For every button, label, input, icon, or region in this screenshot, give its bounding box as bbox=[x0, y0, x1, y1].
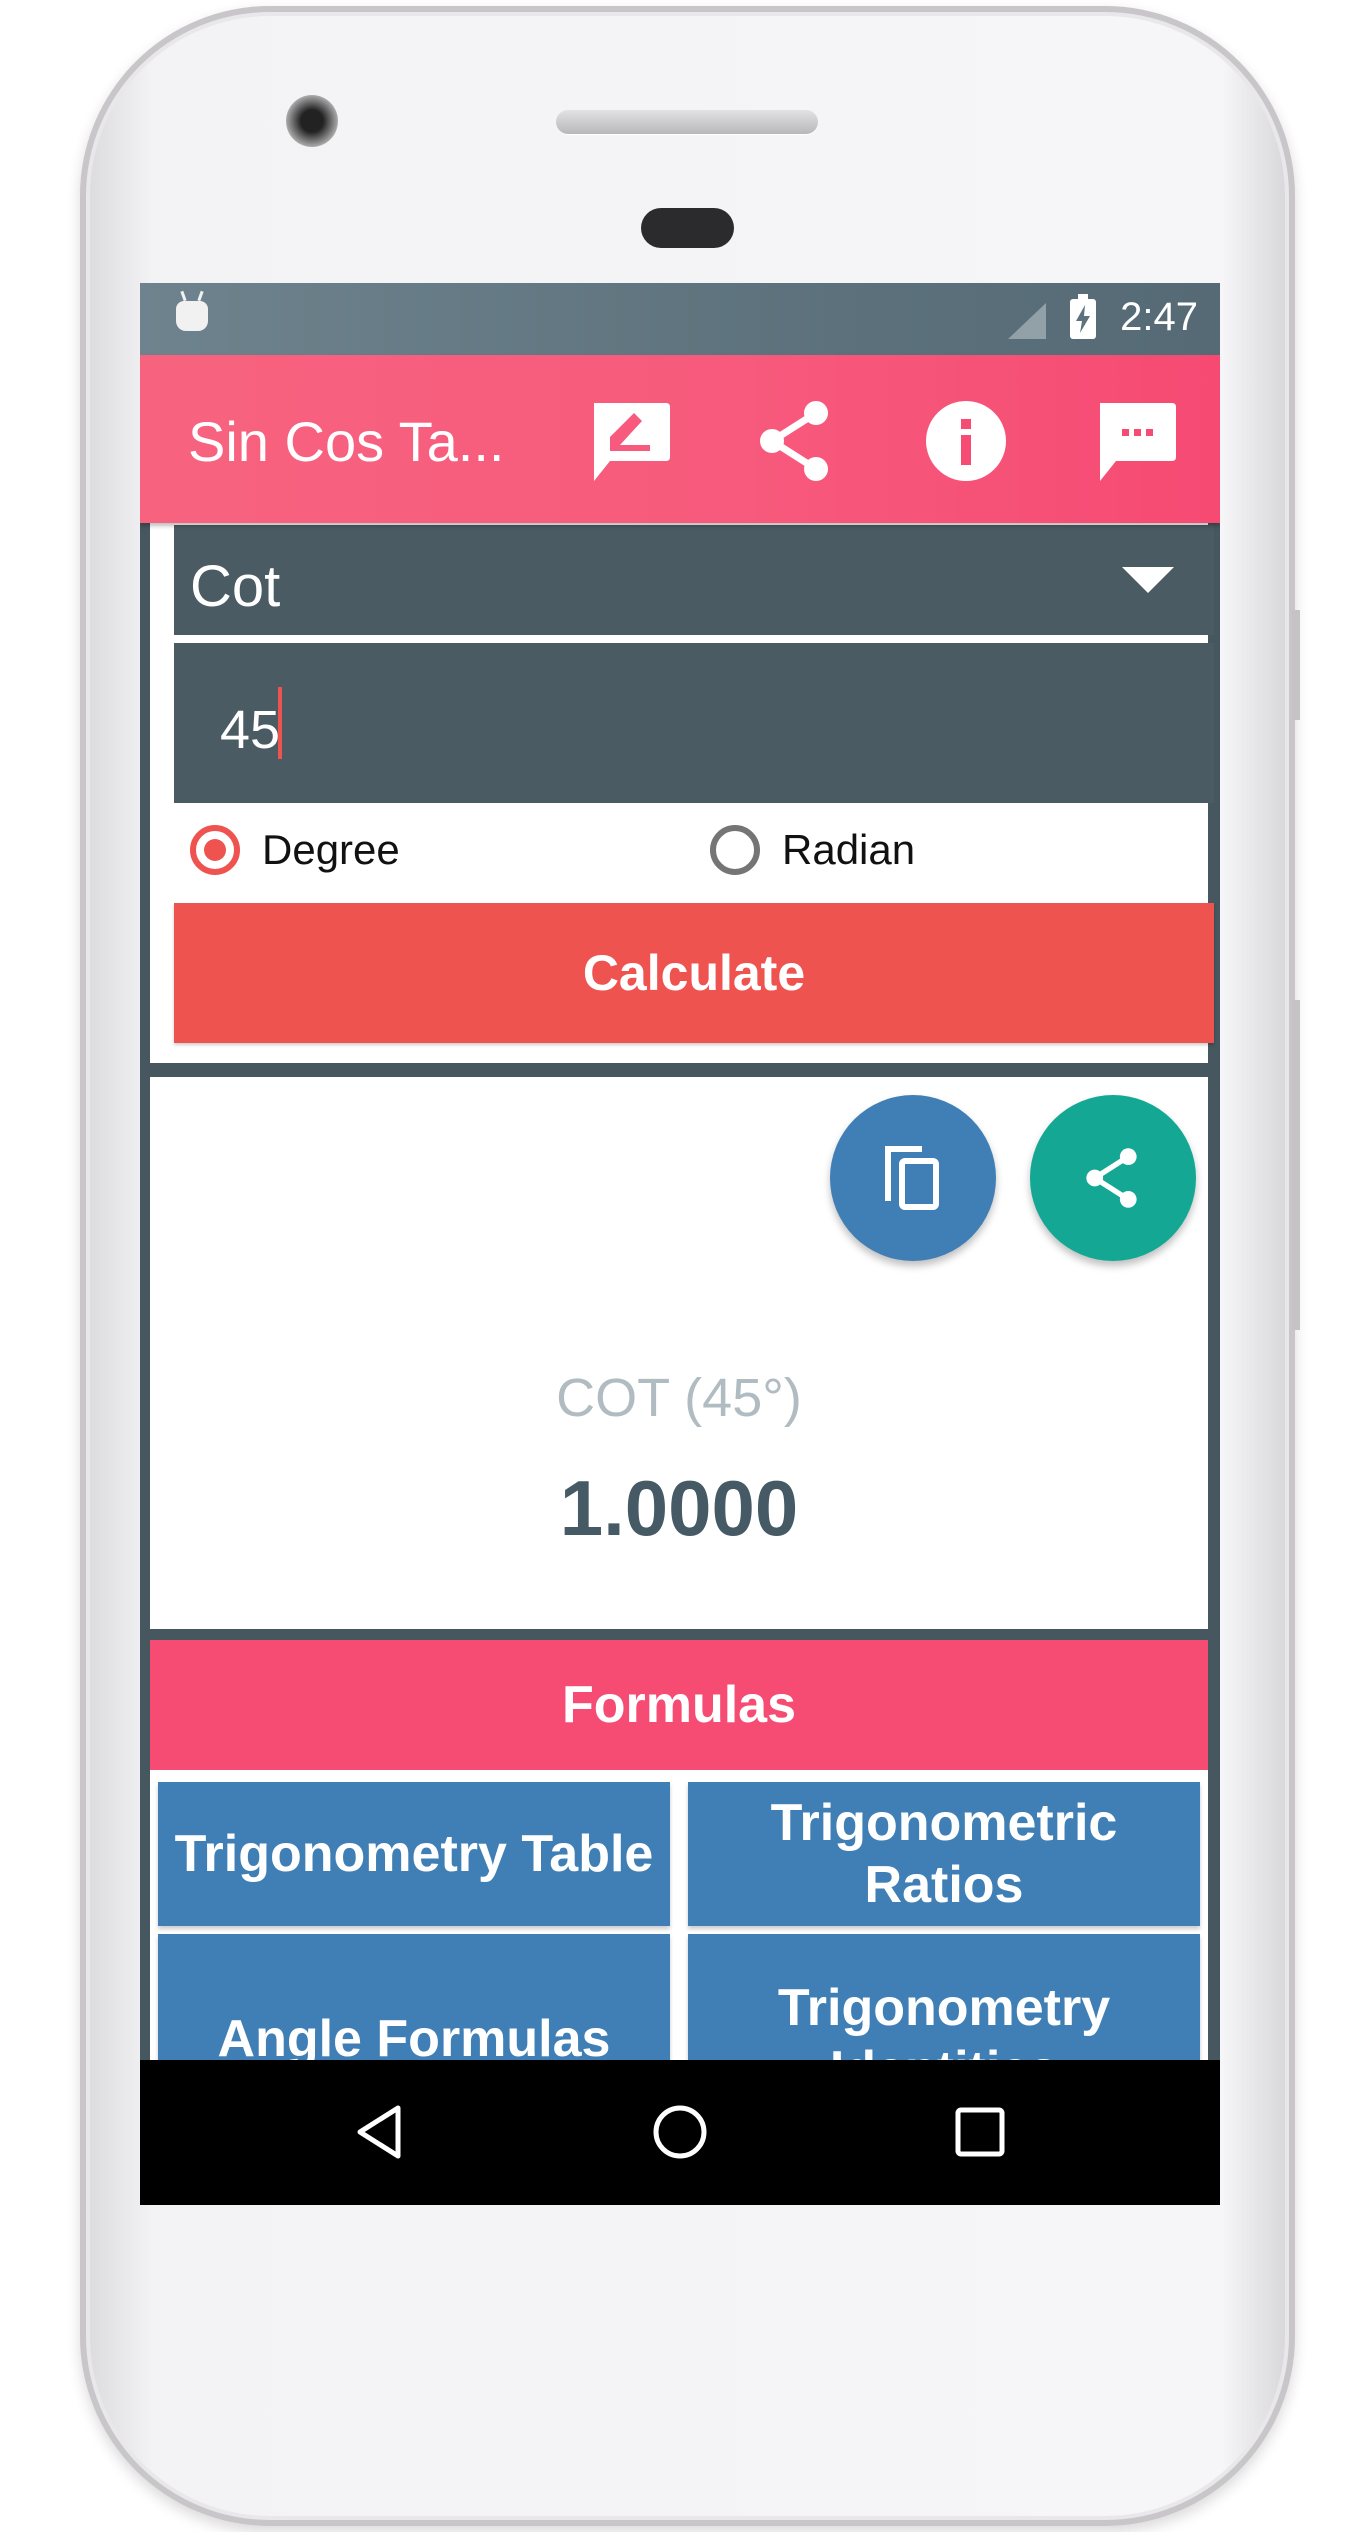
trigonometry-table-button[interactable]: Trigonometry Table bbox=[158, 1782, 670, 1926]
calculator-card: Cot 45 Degree Radian Calculate bbox=[150, 523, 1214, 1063]
android-notification-icon bbox=[176, 301, 208, 331]
angle-input[interactable]: 45 bbox=[174, 643, 1214, 803]
recents-icon[interactable] bbox=[952, 2104, 1008, 2165]
radio-degree[interactable]: Degree bbox=[190, 825, 400, 875]
earpiece-speaker bbox=[556, 110, 818, 134]
copy-button[interactable] bbox=[830, 1095, 996, 1261]
dropdown-arrow-icon bbox=[1122, 567, 1174, 593]
radio-radian-label: Radian bbox=[782, 826, 916, 873]
status-time: 2:47 bbox=[1120, 295, 1198, 339]
front-camera bbox=[286, 95, 338, 147]
radio-degree-label: Degree bbox=[262, 826, 400, 873]
angle-input-value: 45 bbox=[220, 700, 281, 760]
copy-icon bbox=[885, 1146, 939, 1210]
text-cursor bbox=[278, 687, 282, 759]
battery-charging-icon bbox=[1070, 294, 1096, 339]
function-select-value: Cot bbox=[190, 554, 281, 619]
status-bar: 2:47 bbox=[140, 283, 1220, 355]
feedback-icon[interactable] bbox=[588, 399, 672, 483]
home-icon[interactable] bbox=[652, 2104, 708, 2165]
app-title: Sin Cos Ta... bbox=[188, 410, 505, 473]
formulas-header: Formulas bbox=[150, 1640, 1208, 1770]
calculate-button[interactable]: Calculate bbox=[174, 903, 1214, 1043]
info-icon[interactable] bbox=[924, 399, 1008, 483]
radio-unchecked-icon bbox=[710, 825, 760, 875]
volume-button bbox=[1292, 1000, 1300, 1330]
unit-radio-group: Degree Radian bbox=[174, 807, 1214, 899]
proximity-sensor bbox=[641, 208, 734, 248]
power-button bbox=[1292, 610, 1300, 720]
result-card: COT (45°) 1.0000 bbox=[150, 1077, 1208, 1629]
share-icon[interactable] bbox=[754, 399, 838, 483]
phone-screen: 2:47 Sin Cos Ta... Cot 45 Degree Radian … bbox=[140, 283, 1220, 2205]
share-result-button[interactable] bbox=[1030, 1095, 1196, 1261]
result-label: COT (45°) bbox=[556, 1368, 802, 1428]
navigation-bar bbox=[140, 2060, 1220, 2205]
trigonometric-ratios-button[interactable]: Trigonometric Ratios bbox=[688, 1782, 1200, 1926]
back-icon[interactable] bbox=[352, 2104, 408, 2165]
signal-icon bbox=[1008, 303, 1046, 339]
message-icon[interactable] bbox=[1094, 399, 1178, 483]
app-bar: Sin Cos Ta... bbox=[140, 355, 1220, 523]
result-value: 1.0000 bbox=[559, 1464, 799, 1552]
radio-radian[interactable]: Radian bbox=[710, 825, 915, 875]
radio-checked-icon bbox=[190, 825, 240, 875]
function-select[interactable]: Cot bbox=[174, 525, 1214, 635]
share-icon bbox=[1086, 1148, 1137, 1208]
